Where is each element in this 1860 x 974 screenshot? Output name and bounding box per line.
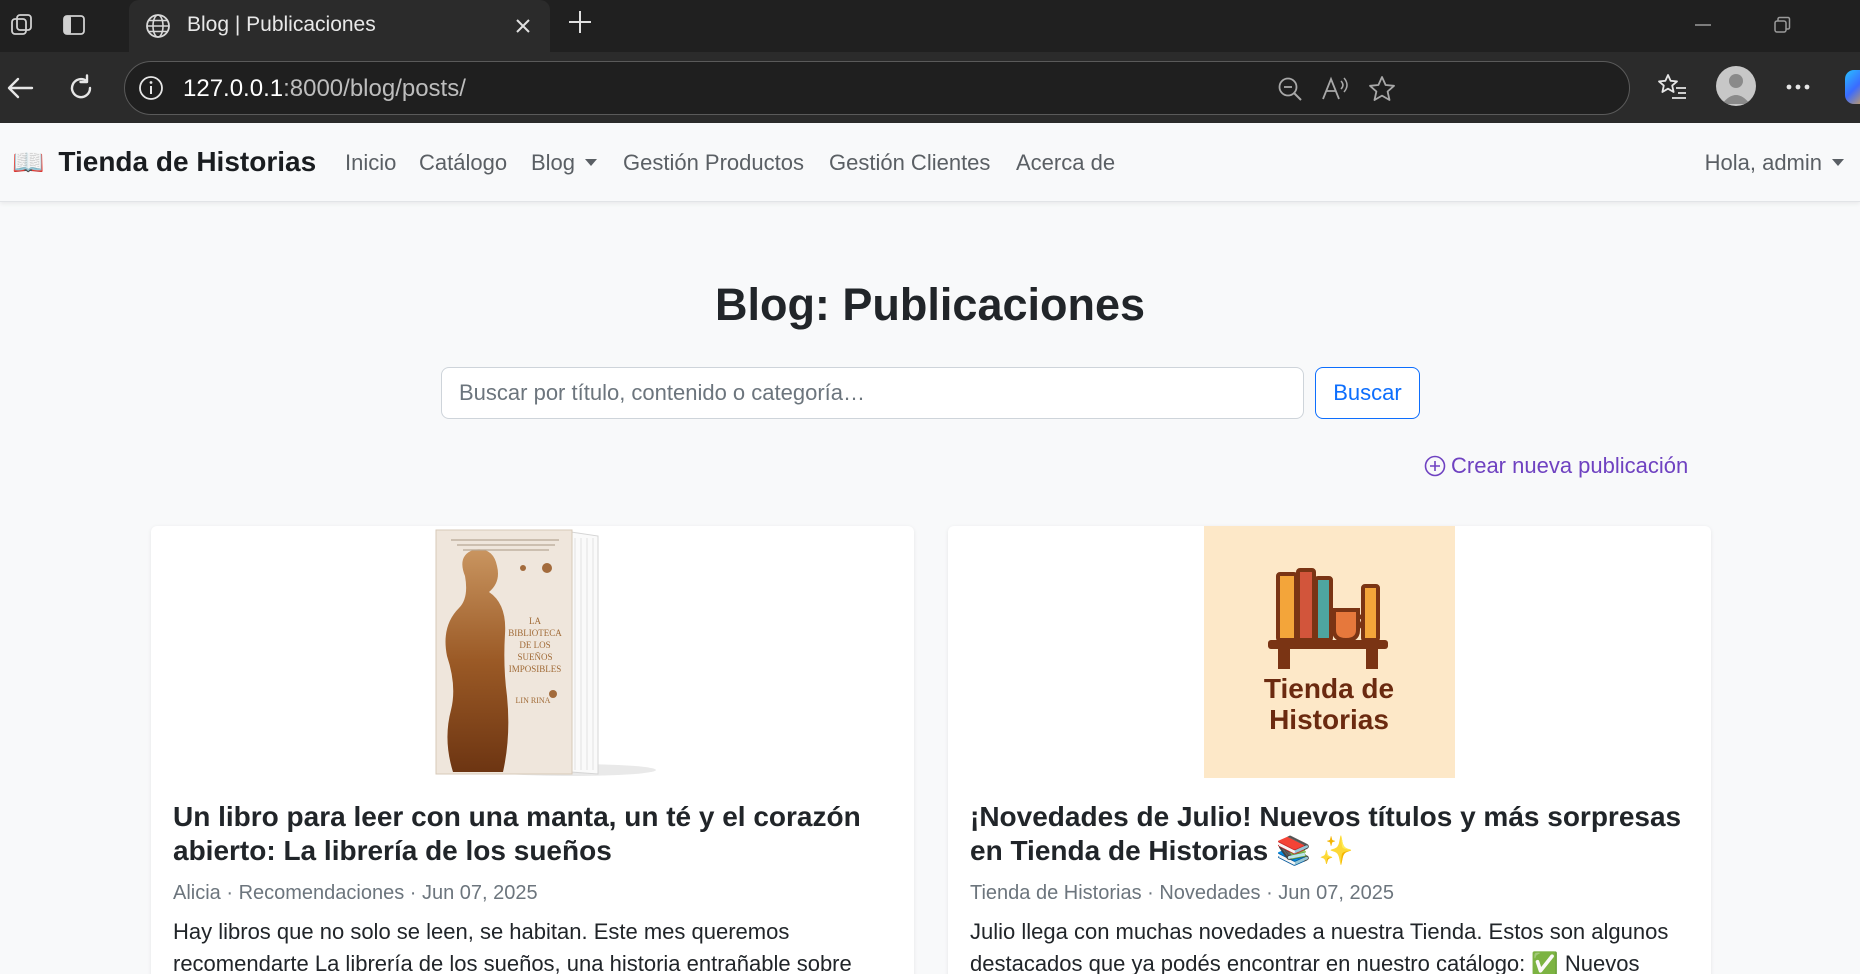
tab-actions-icon[interactable] [57, 8, 91, 42]
search-button[interactable]: Buscar [1315, 367, 1420, 419]
reload-icon[interactable] [61, 68, 101, 108]
url-text[interactable]: 127.0.0.1:8000/blog/posts/ [183, 74, 466, 104]
nav-link-acerca[interactable]: Acerca de [1016, 149, 1115, 177]
site-navbar: 📖 Tienda de Historias Inicio Catálogo Bl… [0, 123, 1860, 202]
post-meta: Tienda de Historias · Novedades · Jun 07… [970, 882, 1394, 904]
cover-author: LIN RINA [516, 696, 551, 705]
browser-tab-active[interactable]: Blog | Publicaciones [129, 0, 550, 52]
favorites-icon[interactable] [1654, 68, 1692, 106]
site-info-icon[interactable] [137, 74, 165, 102]
close-tab-icon[interactable] [506, 9, 540, 43]
workspaces-icon[interactable] [5, 8, 39, 42]
favorite-star-icon[interactable] [1367, 74, 1397, 104]
user-menu[interactable]: Hola, admin [1705, 149, 1844, 177]
restore-icon[interactable] [1765, 8, 1799, 42]
nav-link-gestion-clientes[interactable]: Gestión Clientes [829, 149, 990, 177]
user-greeting: Hola, admin [1704, 150, 1822, 175]
nav-dropdown-blog[interactable]: Blog [531, 149, 598, 177]
address-toolbar: 127.0.0.1:8000/blog/posts/ [0, 52, 1860, 123]
cover-title-line: SUEÑOS [517, 652, 552, 662]
logo-text-line2: Historias [1269, 704, 1389, 735]
nav-link-gestion-productos[interactable]: Gestión Productos [623, 149, 804, 177]
post-image[interactable]: LA BIBLIOTECA DE LOS SUEÑOS IMPOSIBLES L… [151, 526, 914, 778]
chevron-down-icon [585, 159, 598, 166]
post-excerpt: Julio llega con muchas novedades a nuest… [970, 919, 1669, 974]
globe-icon [141, 9, 175, 43]
logo-text-line1: Tienda de [1264, 673, 1394, 704]
cover-title-line: IMPOSIBLES [509, 664, 562, 674]
read-aloud-icon[interactable] [1320, 74, 1350, 104]
page-title: Blog: Publicaciones [714, 279, 1146, 330]
post-title[interactable]: ¡Novedades de Julio! Nuevos títulos y má… [970, 800, 1690, 868]
brand-name: Tienda de Historias [58, 146, 317, 177]
post-meta: Alicia · Recomendaciones · Jun 07, 2025 [173, 882, 538, 904]
tab-title: Blog | Publicaciones [187, 13, 376, 36]
minimize-icon[interactable] [1686, 8, 1720, 42]
create-post-label: Crear nueva publicación [1451, 453, 1689, 478]
profile-avatar[interactable] [1716, 66, 1756, 106]
nav-link-inicio[interactable]: Inicio [345, 149, 396, 177]
nav-blog-label: Blog [531, 150, 576, 175]
new-tab-icon[interactable] [563, 5, 597, 39]
address-bar[interactable]: 127.0.0.1:8000/blog/posts/ [124, 61, 1630, 115]
cover-title-line: BIBLIOTECA [508, 628, 562, 638]
zoom-out-icon[interactable] [1275, 74, 1305, 104]
open-book-icon: 📖 [12, 147, 45, 177]
cover-title-line: LA [529, 616, 541, 626]
post-card[interactable]: LA BIBLIOTECA DE LOS SUEÑOS IMPOSIBLES L… [151, 526, 914, 974]
chevron-down-icon [1832, 159, 1844, 166]
more-options-icon[interactable] [1779, 68, 1817, 106]
back-arrow-icon[interactable] [0, 68, 40, 108]
post-image[interactable]: Tienda de Historias [948, 526, 1711, 778]
search-input[interactable] [441, 367, 1304, 419]
plus-circle-icon [1424, 455, 1446, 477]
copilot-icon[interactable] [1845, 70, 1860, 104]
nav-link-catalogo[interactable]: Catálogo [419, 149, 507, 177]
browser-tab-bar: Blog | Publicaciones [0, 0, 1860, 52]
brand-link[interactable]: 📖 Tienda de Historias [12, 145, 316, 179]
post-excerpt: Hay libros que no solo se leen, se habit… [173, 919, 852, 974]
create-post-link[interactable]: Crear nueva publicación [1424, 452, 1688, 480]
post-title[interactable]: Un libro para leer con una manta, un té … [173, 800, 893, 868]
post-card[interactable]: Tienda de Historias ¡Novedades de Julio!… [948, 526, 1711, 974]
cover-title-line: DE LOS [519, 640, 550, 650]
